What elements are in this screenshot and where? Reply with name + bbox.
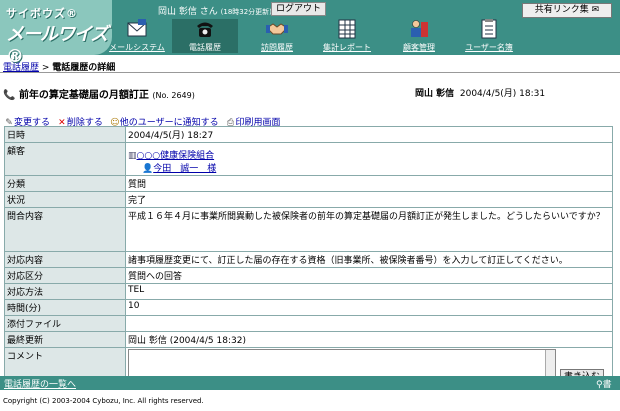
- building-icon: ▥: [128, 151, 137, 161]
- attachment-value: [125, 315, 613, 332]
- record-date: 2004/4/5(月) 18:31: [459, 89, 546, 99]
- field-label: 対応内容: [4, 251, 126, 268]
- record-title-row: 📞 前年の算定基礎届の月額訂正 (No. 2649): [3, 86, 195, 101]
- search-icon: ⚲: [596, 380, 603, 390]
- field-label: 時間(分): [4, 299, 126, 316]
- field-label: 問合内容: [4, 207, 126, 252]
- field-label: 対応方法: [4, 283, 126, 300]
- table-row: 添付ファイル: [4, 315, 613, 332]
- time-value: 10: [125, 299, 613, 316]
- logout-button[interactable]: ログアウト: [271, 2, 326, 16]
- nav-label: ユーザー名簿: [465, 43, 513, 52]
- response-value: 諸事項履歴変更にて、訂正した届の存在する資格（旧事業所、被保険者番号）を入力して…: [125, 251, 613, 268]
- phone-icon: [197, 22, 213, 37]
- nav-item-mail-system[interactable]: メールシステム: [104, 19, 170, 53]
- status-value: 完了: [125, 191, 613, 208]
- user-suffix: さん: [199, 7, 218, 17]
- record-number: (No. 2649): [152, 91, 195, 100]
- user-info: 岡山 彰信 さん (18時32分更新): [158, 4, 272, 17]
- report-icon: [338, 19, 356, 39]
- footer-right-link[interactable]: ⚲書: [596, 377, 612, 390]
- handshake-icon: [266, 23, 288, 35]
- field-label: 添付ファイル: [4, 315, 126, 332]
- user-update-note: (18時32分更新): [220, 8, 272, 16]
- nav-item-customer[interactable]: 顧客管理: [386, 19, 452, 53]
- field-label: 最終更新: [4, 331, 126, 348]
- mail-icon: [127, 19, 147, 37]
- logo-small-text: サイボウズ®: [6, 7, 78, 20]
- table-row: 対応内容 諸事項履歴変更にて、訂正した届の存在する資格（旧事業所、被保険者番号）…: [4, 251, 613, 268]
- table-row: 日時 2004/4/5(月) 18:27: [4, 126, 613, 143]
- footer-bar: [0, 376, 620, 390]
- nav-item-visit-history[interactable]: 訪問履歴: [244, 19, 310, 53]
- customer-icon: [411, 20, 428, 37]
- back-to-list-link[interactable]: 電話履歴の一覧へ: [4, 377, 76, 390]
- last-updated-value: 岡山 彰信 (2004/4/5 18:32): [125, 331, 613, 348]
- field-label: 分類: [4, 175, 126, 192]
- inquiry-value: 平成１６年４月に事業所間異動した被保険者の前年の算定基礎届の月額訂正が発生しまし…: [125, 207, 613, 252]
- phone-icon: 📞: [3, 90, 16, 101]
- field-label: 状況: [4, 191, 126, 208]
- customer-org-link[interactable]: ○○○健康保険組合: [137, 151, 215, 161]
- envelope-icon: ✉: [591, 5, 600, 15]
- table-row: 時間(分) 10: [4, 299, 613, 316]
- copyright-text: Copyright (C) 2003-2004 Cybozu, Inc. All…: [3, 397, 204, 405]
- customer-person-link[interactable]: 今田 誠一 様: [153, 164, 216, 174]
- app-header: サイボウズ® メールワイズ® 岡山 彰信 さん (18時32分更新) ログアウト…: [0, 0, 620, 67]
- shared-link-label: 共有リンク集: [534, 5, 589, 15]
- nav-label: 訪問履歴: [261, 43, 293, 52]
- record-title: 前年の算定基礎届の月額訂正: [18, 90, 149, 101]
- method-value: TEL: [125, 283, 613, 300]
- footer-right-label: 書: [602, 380, 612, 390]
- table-row: 対応区分 質問への回答: [4, 267, 613, 284]
- response-type-value: 質問への回答: [125, 267, 613, 284]
- nav-item-report[interactable]: 集計レポート: [314, 19, 380, 53]
- user-name: 岡山 彰信: [158, 7, 197, 17]
- datetime-value: 2004/4/5(月) 18:27: [125, 126, 613, 143]
- logo: サイボウズ® メールワイズ®: [0, 0, 112, 67]
- field-label: 顧客: [4, 142, 126, 176]
- table-row: 顧客 ▥○○○健康保険組合 👤今田 誠一 様: [4, 142, 613, 176]
- nav-label: 顧客管理: [403, 43, 435, 52]
- table-row: 最終更新 岡山 彰信 (2004/4/5 18:32): [4, 331, 613, 348]
- category-value: 質問: [125, 175, 613, 192]
- field-label: 対応区分: [4, 267, 126, 284]
- nav-item-phone-history[interactable]: 電話履歴: [172, 19, 238, 53]
- user-list-icon: [481, 19, 497, 39]
- table-row: 分類 質問: [4, 175, 613, 192]
- customer-value: ▥○○○健康保険組合 👤今田 誠一 様: [125, 142, 613, 176]
- nav-label: メールシステム: [109, 43, 165, 52]
- nav-label: 集計レポート: [323, 43, 371, 52]
- nav-item-user-list[interactable]: ユーザー名簿: [456, 19, 522, 53]
- record-author: 岡山 彰信: [415, 89, 455, 99]
- table-row: 問合内容 平成１６年４月に事業所間異動した被保険者の前年の算定基礎届の月額訂正が…: [4, 207, 613, 252]
- field-label: 日時: [4, 126, 126, 143]
- nav-label: 電話履歴: [189, 43, 221, 52]
- divider: [0, 72, 620, 73]
- record-author-info: 岡山 彰信 2004/4/5(月) 18:31: [415, 86, 545, 99]
- person-icon: 👤: [142, 164, 154, 174]
- shared-link-button[interactable]: 共有リンク集 ✉: [522, 3, 612, 18]
- detail-table: 日時 2004/4/5(月) 18:27 顧客 ▥○○○健康保険組合 👤今田 誠…: [4, 126, 613, 390]
- table-row: 対応方法 TEL: [4, 283, 613, 300]
- table-row: 状況 完了: [4, 191, 613, 208]
